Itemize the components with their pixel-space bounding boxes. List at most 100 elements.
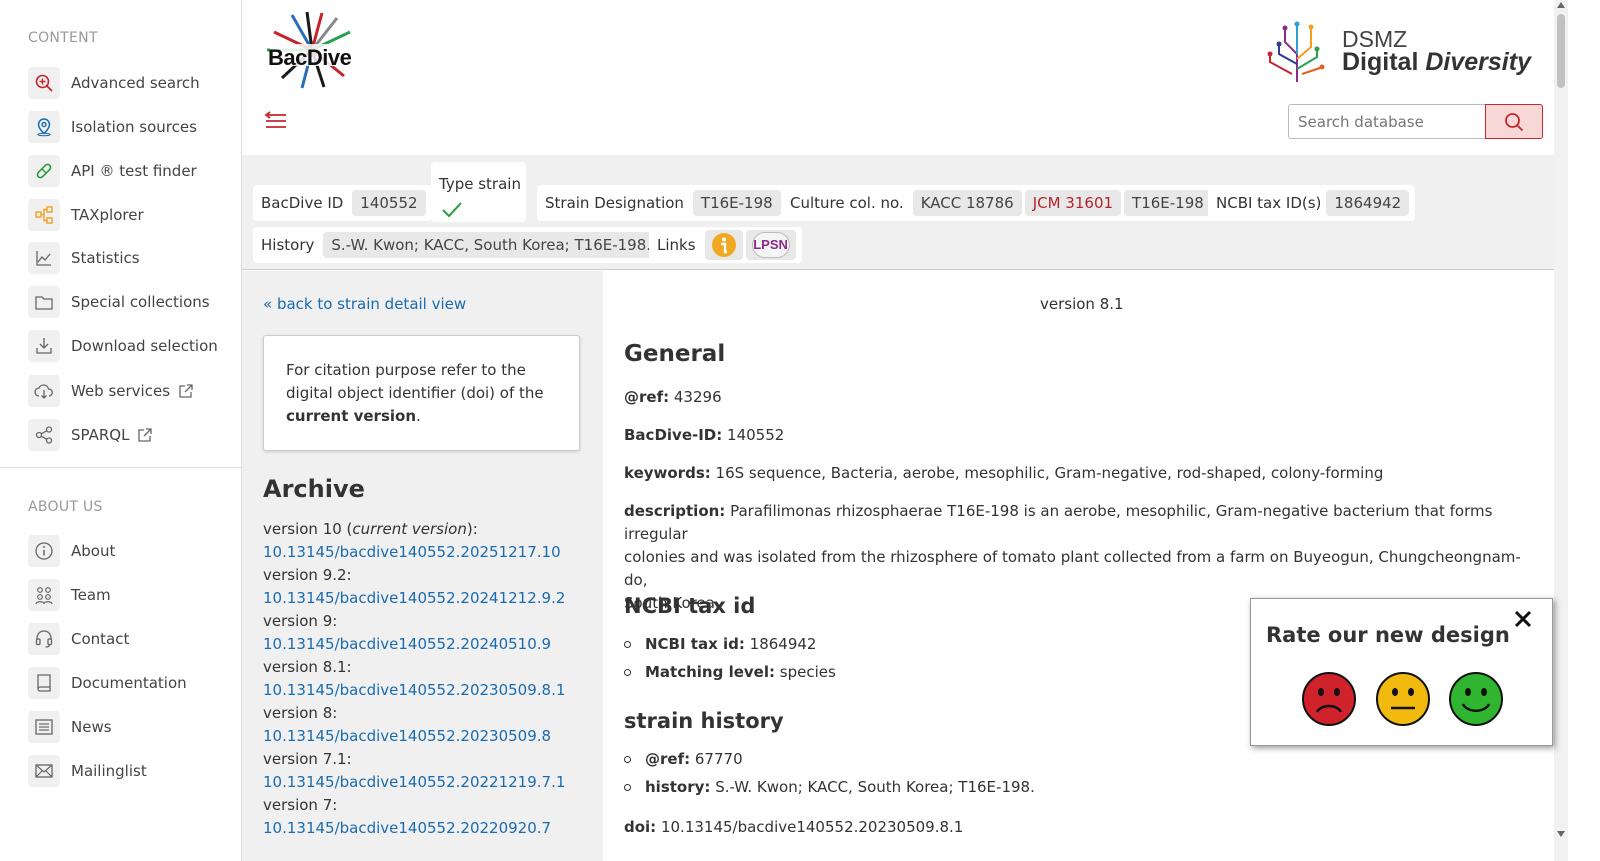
menu-toggle-button[interactable] bbox=[264, 108, 290, 132]
version-doi-link[interactable]: 10.13145/bacdive140552.20221219.7.1 bbox=[263, 771, 565, 794]
version-doi-link[interactable]: 10.13145/bacdive140552.20251217.10 bbox=[263, 541, 565, 564]
list-item: history: S.-W. Kwon; KACC, South Korea; … bbox=[624, 778, 1035, 796]
version-label: version 9.2: bbox=[263, 566, 352, 584]
sidebar-item-download-selection[interactable]: Download selection bbox=[28, 330, 218, 362]
sidebar-item-news[interactable]: News bbox=[28, 711, 112, 743]
page-scrollbar[interactable] bbox=[1554, 0, 1568, 861]
dsmz-digital: Digital bbox=[1342, 48, 1419, 76]
sidebar-item-label: API ® test finder bbox=[71, 162, 197, 180]
culture-value-link[interactable]: JCM 31601 bbox=[1024, 190, 1122, 216]
archive-list: version 10 (current version): 10.13145/b… bbox=[263, 518, 565, 840]
sidebar-item-label: Statistics bbox=[71, 249, 140, 267]
sidebar-item-label: Download selection bbox=[71, 337, 218, 355]
citation-end: . bbox=[416, 407, 421, 425]
version-doi-link[interactable]: 10.13145/bacdive140552.20241212.9.2 bbox=[263, 587, 565, 610]
sidebar-item-web-services[interactable]: Web services bbox=[28, 375, 194, 407]
version-label: version 7.1: bbox=[263, 750, 352, 768]
info-icon bbox=[28, 535, 60, 567]
sidebar-item-team[interactable]: Team bbox=[28, 579, 111, 611]
culture-collection-tag: Culture col. no. KACC 18786 JCM 31601 T1… bbox=[782, 185, 1218, 221]
info-circle-icon bbox=[711, 233, 736, 257]
external-link-icon bbox=[137, 427, 153, 443]
sidebar-item-label: Team bbox=[71, 586, 111, 604]
links-tag: Links LPSN bbox=[649, 227, 802, 263]
version-doi-link[interactable]: 10.13145/bacdive140552.20230509.8.1 bbox=[263, 679, 565, 702]
sidebar-item-label: SPARQL bbox=[71, 426, 130, 444]
check-icon bbox=[442, 202, 462, 218]
strain-designation-tag: Strain Designation T16E-198 bbox=[537, 185, 787, 221]
search-icon bbox=[1505, 112, 1524, 131]
close-icon bbox=[1514, 610, 1532, 628]
sidebar-item-label: Web services bbox=[71, 382, 171, 400]
history-value: S.-W. Kwon; KACC, South Korea; T16E-198. bbox=[323, 232, 660, 258]
map-pin-icon bbox=[28, 111, 60, 143]
tag-label: History bbox=[261, 236, 315, 254]
cloud-download-icon bbox=[28, 375, 60, 407]
sidebar-item-documentation[interactable]: Documentation bbox=[28, 667, 187, 699]
sidebar-item-api-test-finder[interactable]: API ® test finder bbox=[28, 155, 197, 187]
section-title-history: strain history bbox=[624, 709, 784, 733]
search-input[interactable] bbox=[1288, 104, 1485, 139]
version-doi-link[interactable]: 10.13145/bacdive140552.20230509.8 bbox=[263, 725, 565, 748]
sidebar-item-label: Mailinglist bbox=[71, 762, 147, 780]
dsmz-tree-icon bbox=[1267, 21, 1325, 82]
bacdive-logo[interactable]: BacDive bbox=[262, 10, 362, 90]
sidebar-item-about[interactable]: About bbox=[28, 535, 115, 567]
scrollbar-thumb[interactable] bbox=[1557, 14, 1565, 88]
sidebar-item-isolation-sources[interactable]: Isolation sources bbox=[28, 111, 197, 143]
about-section-title: ABOUT US bbox=[28, 499, 103, 515]
sidebar-item-contact[interactable]: Contact bbox=[28, 623, 129, 655]
tag-label: Culture col. no. bbox=[790, 194, 904, 212]
citation-text: For citation purpose refer to the digita… bbox=[286, 361, 544, 402]
dsmz-line2: Digital Diversity bbox=[1342, 48, 1531, 76]
strain-detail-content: version 8.1 General @ref: 43296 BacDive-… bbox=[603, 271, 1554, 861]
rate-neutral-button[interactable] bbox=[1375, 671, 1431, 727]
logo-text: BacDive bbox=[268, 45, 352, 70]
tree-icon bbox=[28, 199, 60, 231]
version-doi-link[interactable]: 10.13145/bacdive140552.20220920.7 bbox=[263, 817, 565, 840]
sidebar-item-taxplorer[interactable]: TAXplorer bbox=[28, 199, 144, 231]
sidebar-item-sparql[interactable]: SPARQL bbox=[28, 419, 153, 451]
external-link-icon bbox=[178, 383, 194, 399]
archive-panel: « back to strain detail view For citatio… bbox=[242, 271, 603, 861]
sidebar-item-statistics[interactable]: Statistics bbox=[28, 242, 140, 274]
info-link[interactable] bbox=[704, 230, 743, 260]
culture-value: KACC 18786 bbox=[912, 190, 1022, 216]
sidebar-item-label: Special collections bbox=[71, 293, 210, 311]
sidebar-item-special-collections[interactable]: Special collections bbox=[28, 286, 210, 318]
version-label: version 8.1: bbox=[263, 658, 352, 676]
pill-icon bbox=[28, 155, 60, 187]
scroll-up-arrow[interactable] bbox=[1557, 2, 1565, 8]
lpsn-badge: LPSN bbox=[751, 232, 790, 258]
close-button[interactable] bbox=[1513, 609, 1533, 629]
ncbi-tax-tag: NCBI tax ID(s) 1864942 bbox=[1208, 185, 1416, 221]
sidebar-item-label: Documentation bbox=[71, 674, 187, 692]
version-doi-link[interactable]: 10.13145/bacdive140552.20240510.9 bbox=[263, 633, 565, 656]
sidebar-item-mailinglist[interactable]: Mailinglist bbox=[28, 755, 147, 787]
list-item: @ref: 67770 bbox=[624, 750, 743, 768]
mail-icon bbox=[28, 755, 60, 787]
ncbi-value: 1864942 bbox=[1326, 190, 1410, 216]
list-item: Matching level: species bbox=[624, 663, 836, 681]
rate-bad-button[interactable] bbox=[1301, 671, 1357, 727]
folder-icon bbox=[28, 286, 60, 318]
scroll-down-arrow[interactable] bbox=[1557, 831, 1565, 837]
sad-face-icon bbox=[1302, 672, 1356, 726]
sidebar-item-label: TAXplorer bbox=[71, 206, 144, 224]
news-icon bbox=[28, 711, 60, 743]
dsmz-logo[interactable]: DSMZ Digital Diversity bbox=[1262, 14, 1532, 86]
lpsn-link[interactable]: LPSN bbox=[745, 230, 796, 260]
history-tag: History S.-W. Kwon; KACC, South Korea; T… bbox=[253, 227, 666, 263]
search-button[interactable] bbox=[1485, 104, 1543, 139]
sidebar-item-label: News bbox=[71, 718, 112, 736]
back-to-detail-link[interactable]: « back to strain detail view bbox=[263, 295, 466, 313]
bacdive-id-tag: BacDive ID 140552 bbox=[253, 185, 432, 221]
tag-label: Strain Designation bbox=[545, 194, 684, 212]
sidebar-item-advanced-search[interactable]: Advanced search bbox=[28, 67, 200, 99]
dsmz-diversity: Diversity bbox=[1425, 48, 1531, 76]
citation-bold: current version bbox=[286, 407, 417, 425]
sidebar-item-label: Isolation sources bbox=[71, 118, 197, 136]
rating-popup: Rate our new design bbox=[1250, 598, 1553, 746]
culture-value: T16E-198 bbox=[1124, 190, 1212, 216]
rate-good-button[interactable] bbox=[1448, 671, 1504, 727]
